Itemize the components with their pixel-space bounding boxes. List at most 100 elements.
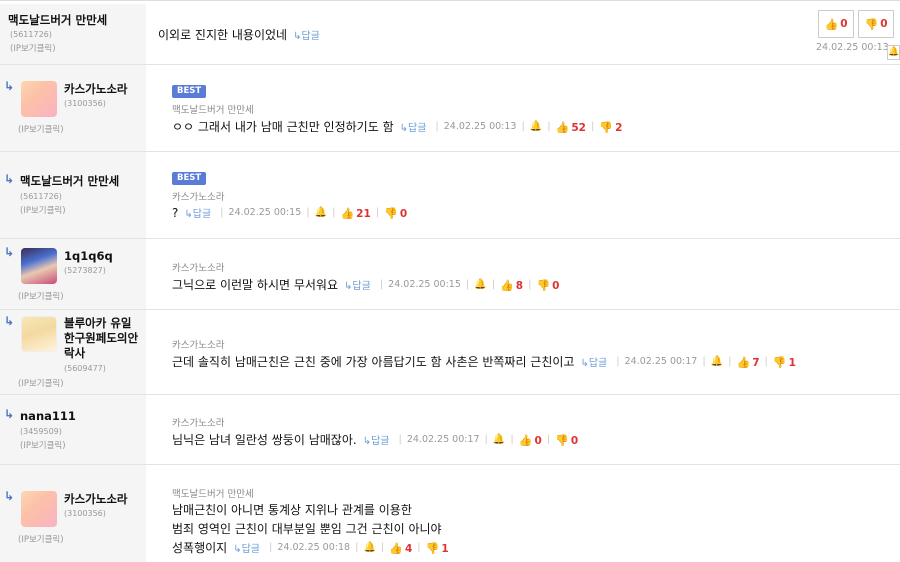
thumbs-up-icon: 👍 [389, 541, 403, 555]
upvote-button[interactable]: 👍 0 [818, 10, 854, 38]
comment-author-panel: 맥도날드버거 만만세 (5611726) (IP보기클릭) [0, 4, 146, 64]
nickname[interactable]: 1q1q6q [64, 248, 113, 264]
nickname-line[interactable]: 락사 [64, 345, 85, 361]
downvote-button[interactable]: 👎 0 [536, 278, 559, 292]
user-id: (5609477) [64, 364, 106, 373]
downvote-button[interactable]: 👎 0 [858, 10, 894, 38]
comment-body: BEST 맥도날드버거 만만세 ㅇㅇ 그래서 내가 남매 근친만 인정하기도 함… [146, 65, 900, 151]
upvote-button[interactable]: 👍 7 [737, 355, 760, 369]
thumbs-down-icon: 👎 [772, 355, 787, 369]
bell-icon[interactable]: 🔔 [363, 542, 375, 553]
bell-icon: 🔔 [888, 47, 900, 57]
avatar[interactable] [21, 248, 57, 284]
comment-text: ? [172, 205, 179, 220]
comment-text: 그닉으로 이런말 하시면 무서워요 [172, 278, 339, 292]
downvote-button[interactable]: 👎 1 [773, 355, 796, 369]
thumbs-up-icon: 👍 [518, 433, 533, 447]
comment-body: 카스가노소라 님닉은 남녀 일란성 쌍둥이 남매잖아. ↳답글 | 24.02.… [146, 395, 900, 464]
thumbs-down-icon: 👎 [425, 541, 440, 555]
comment-row: 맥도날드버거 만만세 (5611726) (IP보기클릭) 이외로 진지한 내용… [0, 4, 900, 65]
upvote-button[interactable]: 👍 0 [519, 433, 542, 447]
thumbs-down-icon: 👎 [384, 206, 398, 220]
downvote-button[interactable]: 👎 0 [555, 433, 578, 447]
bell-icon[interactable]: 🔔 [711, 356, 723, 367]
comment-date: 24.02.25 00:17 [624, 356, 698, 367]
nickname-line[interactable]: 블루아카 유일 [64, 315, 131, 331]
bell-icon[interactable]: 🔔 [493, 434, 505, 445]
comment-row: ↳ 카스가노소라 (3100356) (IP보기클릭) 맥도날드버거 만만세 남… [0, 465, 900, 562]
reply-button[interactable]: ↳답글 [184, 205, 211, 220]
thumbs-up-icon: 👍 [555, 120, 570, 134]
upvote-button[interactable]: 👍 21 [340, 206, 370, 220]
comment-author-panel: ↳ 카스가노소라 (3100356) (IP보기클릭) [0, 65, 146, 151]
avatar[interactable] [21, 81, 57, 117]
nickname[interactable]: nana111 [20, 408, 76, 424]
downvote-button[interactable]: 👎 1 [426, 541, 449, 555]
comment-author-panel: ↳ nana111 (3459509) (IP보기클릭) [0, 395, 146, 464]
comment-row: ↳ 카스가노소라 (3100356) (IP보기클릭) BEST 맥도날드버거 … [0, 65, 900, 152]
bell-icon[interactable]: 🔔 [474, 279, 486, 290]
comment-line: 성폭행이지 ↳답글 | 24.02.25 00:18 | 🔔 | 👍 4 | 👎 1 [172, 540, 449, 555]
thumbs-up-icon: 👍 [736, 355, 751, 369]
upvote-button[interactable]: 👍 52 [556, 120, 586, 134]
comment-date: 24.02.25 00:13 [816, 42, 889, 53]
avatar[interactable] [21, 316, 57, 352]
reply-button[interactable]: ↳답글 [363, 432, 390, 447]
thumbs-down-icon: 👎 [864, 17, 879, 31]
user-id: (5611726) [10, 30, 52, 39]
downvote-button[interactable]: 👎 2 [599, 120, 622, 134]
comment-author-panel: ↳ 카스가노소라 (3100356) (IP보기클릭) [0, 465, 146, 562]
avatar[interactable] [21, 491, 57, 527]
ip-view-link[interactable]: (IP보기클릭) [18, 533, 64, 545]
best-badge: BEST [172, 172, 207, 185]
comment-author-panel: ↳ 맥도날드버거 만만세 (5611726) (IP보기클릭) [0, 152, 146, 238]
nickname[interactable]: 카스가노소라 [64, 81, 127, 97]
thumbs-down-icon: 👎 [599, 120, 614, 134]
comment-body: 이외로 진지한 내용이었네 ↳답글 👍 0 👎 0 24.02.25 00:13 🔔 [146, 4, 900, 64]
reply-button[interactable]: ↳답글 [293, 27, 320, 42]
comment-date: 24.02.25 00:13 [443, 121, 517, 132]
comment-row: ↳ 블루아카 유일 한구원페도의안 락사 (5609477) (IP보기클릭) … [0, 310, 900, 395]
ip-view-link[interactable]: (IP보기클릭) [18, 123, 64, 135]
nickname-line[interactable]: 한구원페도의안 [64, 330, 138, 346]
ip-view-link[interactable]: (IP보기클릭) [20, 204, 66, 216]
nickname[interactable]: 맥도날드버거 만만세 [20, 173, 119, 189]
user-id: (3100356) [64, 509, 106, 518]
ip-view-link[interactable]: (IP보기클릭) [20, 439, 66, 451]
upvote-button[interactable]: 👍 8 [500, 278, 523, 292]
reply-target: 카스가노소라 [172, 340, 225, 351]
nickname[interactable]: 카스가노소라 [64, 491, 127, 507]
comment-body: BEST 카스가노소라 ? ↳답글 | 24.02.25 00:15 | 🔔 |… [146, 152, 900, 238]
ip-view-link[interactable]: (IP보기클릭) [18, 290, 64, 302]
thumbs-up-icon: 👍 [340, 206, 355, 220]
bell-icon[interactable]: 🔔 [530, 121, 542, 132]
comment-line: 그닉으로 이런말 하시면 무서워요 ↳답글 | 24.02.25 00:15 |… [172, 277, 560, 292]
comment-text: 근데 솔직히 남매근친은 근친 중에 가장 아름답기도 함 사촌은 반쪽짜리 근… [172, 355, 575, 369]
reply-target: 맥도날드버거 만만세 [172, 105, 254, 116]
comment-body: 카스가노소라 근데 솔직히 남매근친은 근친 중에 가장 아름답기도 함 사촌은… [146, 310, 900, 394]
comment-text-line: 남매근친이 아니면 통계상 지위나 관계를 이용한 [172, 501, 418, 518]
reply-button[interactable]: ↳답글 [233, 540, 260, 555]
bell-icon[interactable]: 🔔 [315, 207, 327, 218]
ip-view-link[interactable]: (IP보기클릭) [18, 377, 64, 389]
thumbs-down-icon: 👎 [536, 278, 551, 292]
reply-button[interactable]: ↳답글 [344, 277, 371, 292]
comment-text: 님닉은 남녀 일란성 쌍둥이 남매잖아. [172, 433, 357, 447]
ip-view-link[interactable]: (IP보기클릭) [10, 42, 56, 54]
reply-arrow-icon: ↳ [4, 407, 15, 421]
downvote-button[interactable]: 👎 0 [384, 206, 407, 220]
comment-text: ㅇㅇ 그래서 내가 남매 근친만 인정하기도 함 [172, 120, 394, 134]
reply-button[interactable]: ↳답글 [580, 354, 607, 369]
comment-date: 24.02.25 00:18 [277, 542, 351, 553]
reply-button[interactable]: ↳답글 [400, 119, 427, 134]
alarm-button[interactable]: 🔔 [887, 45, 900, 60]
nickname[interactable]: 맥도날드버거 만만세 [8, 12, 107, 28]
comment-line: 님닉은 남녀 일란성 쌍둥이 남매잖아. ↳답글 | 24.02.25 00:1… [172, 432, 579, 447]
comment-row: ↳ 맥도날드버거 만만세 (5611726) (IP보기클릭) BEST 카스가… [0, 152, 900, 239]
reply-arrow-icon: ↳ [4, 314, 15, 328]
reply-arrow-icon: ↳ [4, 245, 15, 259]
comment-body: 카스가노소라 그닉으로 이런말 하시면 무서워요 ↳답글 | 24.02.25 … [146, 239, 900, 309]
thumbs-up-icon: 👍 [500, 278, 514, 292]
comment-line: 근데 솔직히 남매근친은 근친 중에 가장 아름답기도 함 사촌은 반쪽짜리 근… [172, 354, 796, 369]
upvote-button[interactable]: 👍 4 [389, 541, 412, 555]
